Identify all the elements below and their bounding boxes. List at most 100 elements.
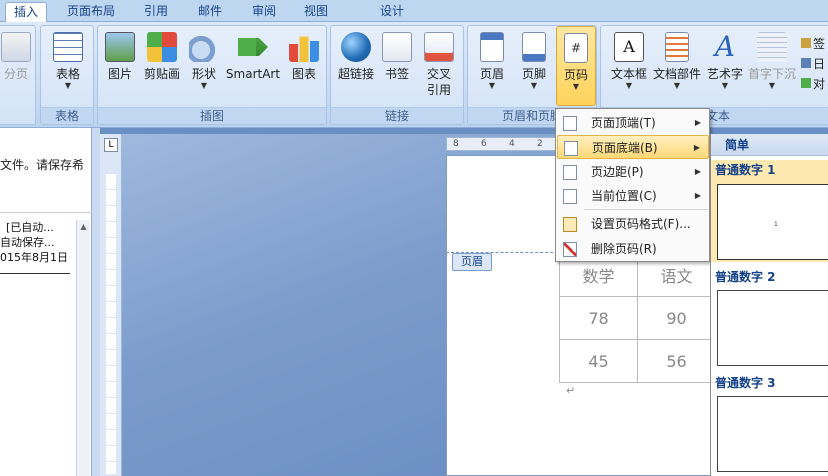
page-number-gallery: 简单 普通数字 1 1 普通数字 2 普通数字 3 — [710, 134, 828, 476]
tab-page-layout[interactable]: 页面布局 — [58, 2, 124, 22]
table-cell[interactable]: 45 — [559, 339, 638, 383]
picture-button[interactable]: 图片 — [102, 26, 138, 82]
chart-button[interactable]: 图表 — [284, 26, 324, 82]
dropdown-arrow-icon: ▼ — [488, 81, 496, 90]
tab-review[interactable]: 审阅 — [244, 2, 284, 22]
group-pages-partial: 分页 — [0, 25, 36, 125]
page-number-button[interactable]: # 页码 ▼ — [556, 26, 596, 106]
menu-item-bottom-of-page[interactable]: 页面底端(B) ▶ — [557, 135, 709, 159]
vertical-ruler[interactable]: L — [100, 134, 122, 476]
footer-icon — [522, 32, 546, 62]
scroll-up-icon[interactable]: ▲ — [77, 220, 90, 234]
horizontal-ruler[interactable]: 8 6 4 2 — [446, 137, 558, 151]
smartart-button[interactable]: SmartArt — [224, 26, 282, 82]
menu-item-remove-page-numbers[interactable]: 删除页码(R) — [557, 237, 709, 261]
tab-selector-icon[interactable]: L — [104, 138, 118, 152]
gallery-thumbnail: 1 — [717, 184, 828, 260]
page-top-icon — [563, 116, 577, 131]
bookmark-button[interactable]: 书签 — [379, 26, 415, 82]
tab-insert[interactable]: 插入 — [5, 2, 47, 22]
cross-reference-label-2: 引用 — [426, 83, 451, 97]
calendar-icon — [801, 58, 811, 68]
textbox-label: 文本框 — [610, 67, 647, 81]
ruler-scale — [106, 174, 116, 474]
pane-splitter[interactable] — [92, 128, 100, 476]
page-number-menu: 页面顶端(T) ▶ 页面底端(B) ▶ 页边距(P) ▶ 当前位置(C) ▶ 设… — [555, 108, 710, 262]
table-icon — [53, 32, 83, 62]
table-label: 表格 — [55, 67, 80, 81]
header-button[interactable]: 页眉 ▼ — [472, 26, 512, 90]
table-cell[interactable]: 78 — [559, 296, 638, 340]
table-button[interactable]: 表格 ▼ — [45, 26, 91, 90]
shapes-icon — [189, 32, 219, 62]
wordart-button[interactable]: A 艺术字 ▼ — [705, 26, 745, 90]
footer-button[interactable]: 页脚 ▼ — [514, 26, 554, 90]
gallery-item-title: 普通数字 1 — [711, 160, 828, 180]
cross-reference-icon — [424, 32, 454, 62]
gallery-section-header: 简单 — [711, 134, 828, 156]
bookmark-label: 书签 — [384, 67, 409, 81]
menu-item-page-margins[interactable]: 页边距(P) ▶ — [557, 160, 709, 184]
menu-item-top-of-page[interactable]: 页面顶端(T) ▶ — [557, 111, 709, 135]
pane-scrollbar[interactable]: ▲ — [76, 220, 90, 476]
shapes-button[interactable]: 形状 ▼ — [186, 26, 222, 90]
quick-parts-label: 文档部件 — [652, 67, 701, 81]
page-margin-icon — [563, 165, 577, 180]
bookmark-icon — [382, 32, 412, 62]
menu-item-label: 当前位置(C) — [591, 189, 657, 203]
group-table-label: 表格 — [41, 107, 93, 124]
page-bottom-icon — [564, 141, 578, 156]
gallery-item-title: 普通数字 2 — [715, 270, 776, 284]
recovered-file-title: [已自动... — [6, 221, 54, 234]
textbox-button[interactable]: A 文本框 ▼ — [609, 26, 649, 90]
page-number-label: 页码 — [563, 68, 588, 82]
hyperlink-button[interactable]: 超链接 — [335, 26, 377, 82]
tab-view[interactable]: 视图 — [296, 2, 336, 22]
smartart-label: SmartArt — [225, 67, 281, 81]
drop-cap-label: 首字下沉 — [747, 67, 796, 81]
wordart-icon: A — [714, 30, 736, 63]
recovered-file-item[interactable]: [已自动... 自动保存... 015年8月1日 — [0, 220, 78, 280]
menu-item-format-page-numbers[interactable]: 设置页码格式(F)... — [557, 212, 709, 236]
ruler-tick-label: 2 — [537, 139, 543, 149]
chart-label: 图表 — [291, 67, 316, 81]
table-cell[interactable]: 90 — [637, 296, 716, 340]
ruler-tick-label: 4 — [509, 139, 515, 149]
underline — [0, 273, 70, 274]
tab-mailings[interactable]: 邮件 — [190, 2, 230, 22]
submenu-arrow-icon: ▶ — [694, 191, 701, 200]
gallery-item-plain-number-1[interactable]: 1 — [711, 180, 828, 262]
header-icon — [480, 32, 504, 62]
smartart-icon — [238, 38, 268, 56]
clipart-icon — [147, 32, 177, 62]
quick-parts-button[interactable]: 文档部件 ▼ — [651, 26, 703, 90]
tab-design[interactable]: 设计 — [372, 2, 412, 22]
globe-icon — [341, 32, 371, 62]
shapes-label: 形状 — [191, 67, 216, 81]
cross-reference-label-1: 交叉 — [426, 67, 451, 81]
date-time-button[interactable]: 日 — [801, 54, 825, 74]
menu-item-label: 设置页码格式(F)... — [591, 217, 691, 231]
cross-reference-button[interactable]: 交叉 引用 — [419, 26, 459, 98]
drop-cap-button[interactable]: 首字下沉 ▼ — [747, 26, 797, 90]
page-break-button[interactable]: 分页 — [0, 26, 35, 82]
document-recovery-pane: 文件。请保存希 [已自动... 自动保存... 015年8月1日 ▲ — [0, 128, 92, 476]
menu-item-current-position[interactable]: 当前位置(C) ▶ — [557, 184, 709, 208]
date-time-label: 日 — [813, 57, 826, 71]
footer-label: 页脚 — [521, 67, 546, 81]
table-row: 78 90 — [559, 296, 716, 340]
gallery-item-plain-number-3[interactable] — [711, 394, 828, 476]
header-tag: 页眉 — [452, 253, 492, 271]
page-number-icon: # — [564, 33, 588, 63]
tab-references[interactable]: 引用 — [136, 2, 176, 22]
gallery-item-plain-number-2[interactable] — [711, 288, 828, 370]
object-button[interactable]: 对 — [801, 74, 825, 94]
table-cell[interactable]: 56 — [637, 339, 716, 383]
object-icon — [801, 78, 811, 88]
signature-line-button[interactable]: 签 — [801, 34, 825, 54]
clipart-button[interactable]: 剪贴画 — [142, 26, 182, 82]
divider — [0, 212, 92, 213]
gallery-thumbnail — [717, 396, 828, 472]
dropdown-arrow-icon: ▼ — [673, 81, 681, 90]
page-break-icon — [1, 32, 31, 62]
